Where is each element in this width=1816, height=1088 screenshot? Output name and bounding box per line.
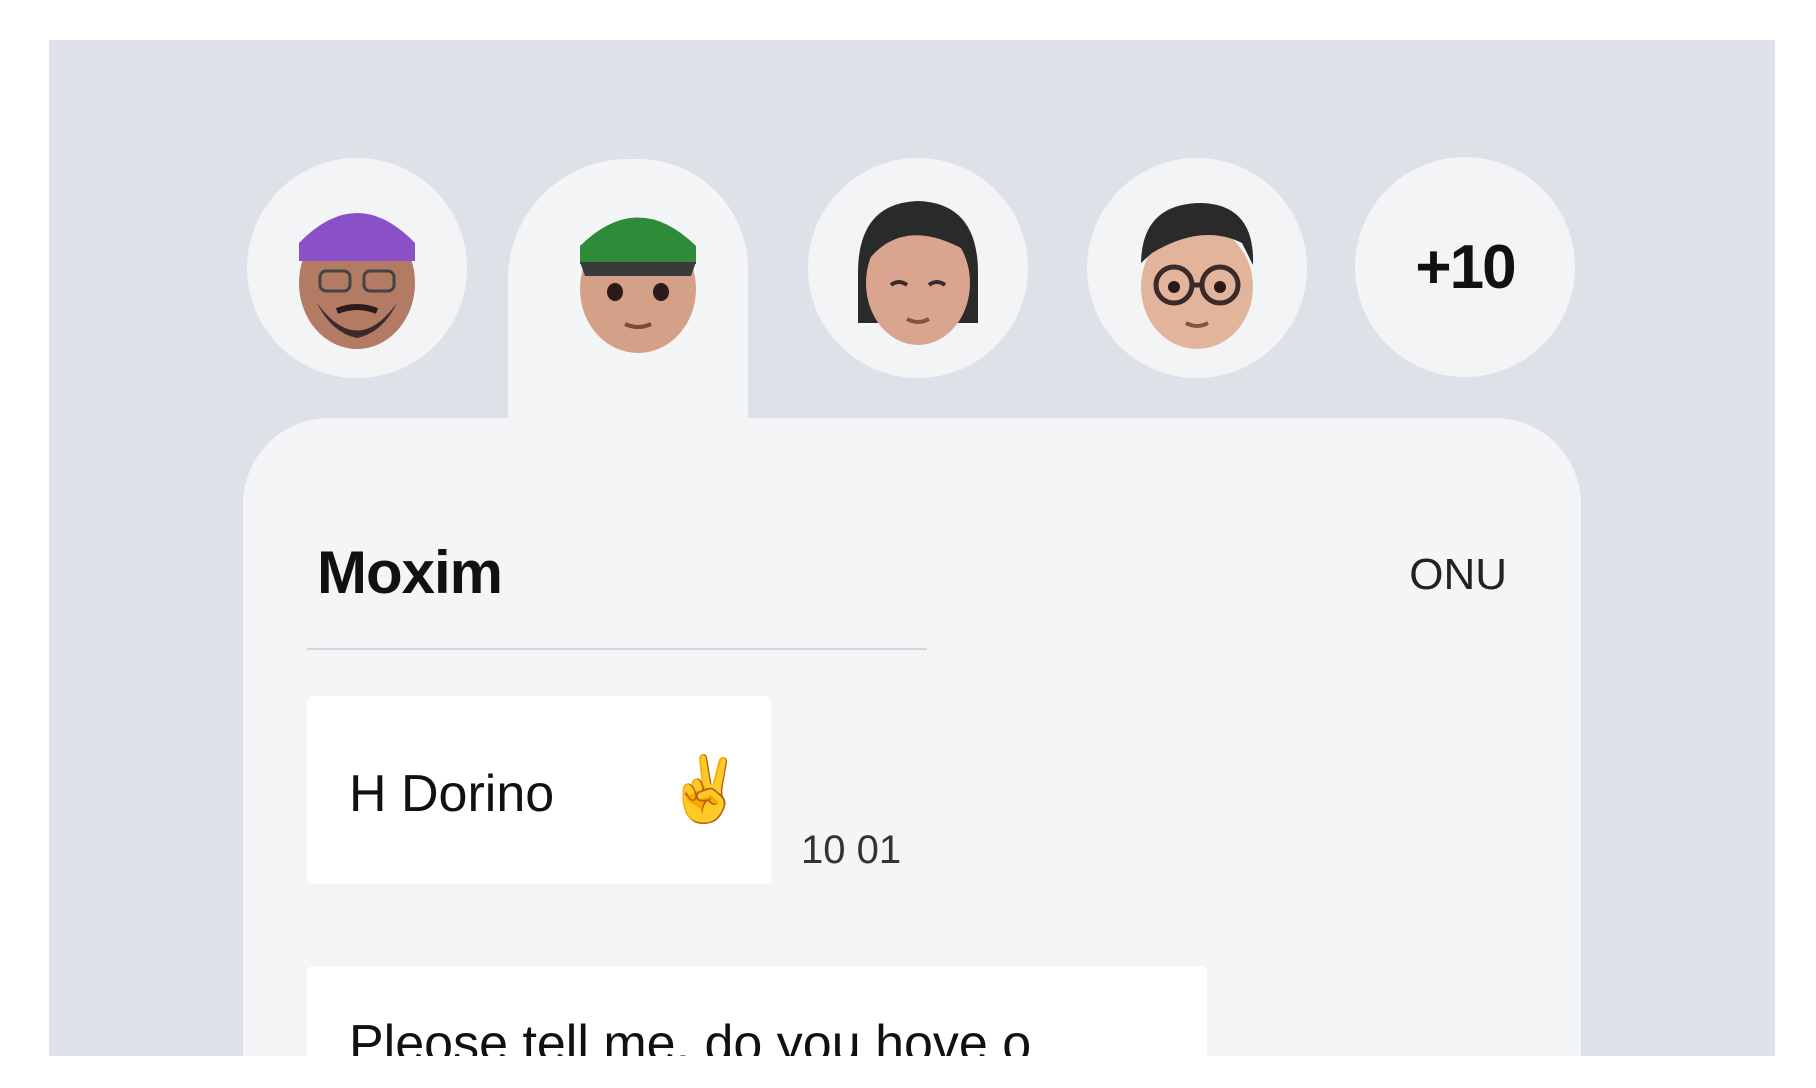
avatar-green-cap[interactable] [528,159,748,379]
header-divider [307,648,927,650]
chat-status: ONU [1409,550,1507,599]
memoji-glasses-icon [1141,203,1254,349]
memoji-dark-hair-icon [858,201,978,345]
message-bubble[interactable]: Pleose tell me. do you hove o [307,966,1207,1056]
message-bubble[interactable]: H Dorino ✌️ [307,696,771,884]
message-text: Pleose tell me. do you hove o [349,1015,1032,1056]
chat-contact-name: Moxim [317,539,503,606]
victory-hand-icon: ✌️ [665,753,745,825]
chat-card: Moxim ONU H Dorino ✌️ 10 01 Pleose tell … [243,418,1581,1056]
avatar-glasses[interactable] [1087,158,1307,378]
app-frame: +10 Moxim ONU H Dorino ✌️ 10 01 Pleose t… [49,40,1775,1056]
more-participants-badge[interactable]: +10 [1355,157,1575,377]
avatar-purple-beanie[interactable] [247,158,467,378]
more-count: +10 [1415,232,1516,302]
message-text: H Dorino [349,765,555,823]
memoji-green-cap-icon [580,217,696,353]
memoji-purple-beanie-icon [299,213,415,349]
avatar-dark-hair[interactable] [808,158,1028,378]
message-timestamp: 10 01 [801,828,902,872]
